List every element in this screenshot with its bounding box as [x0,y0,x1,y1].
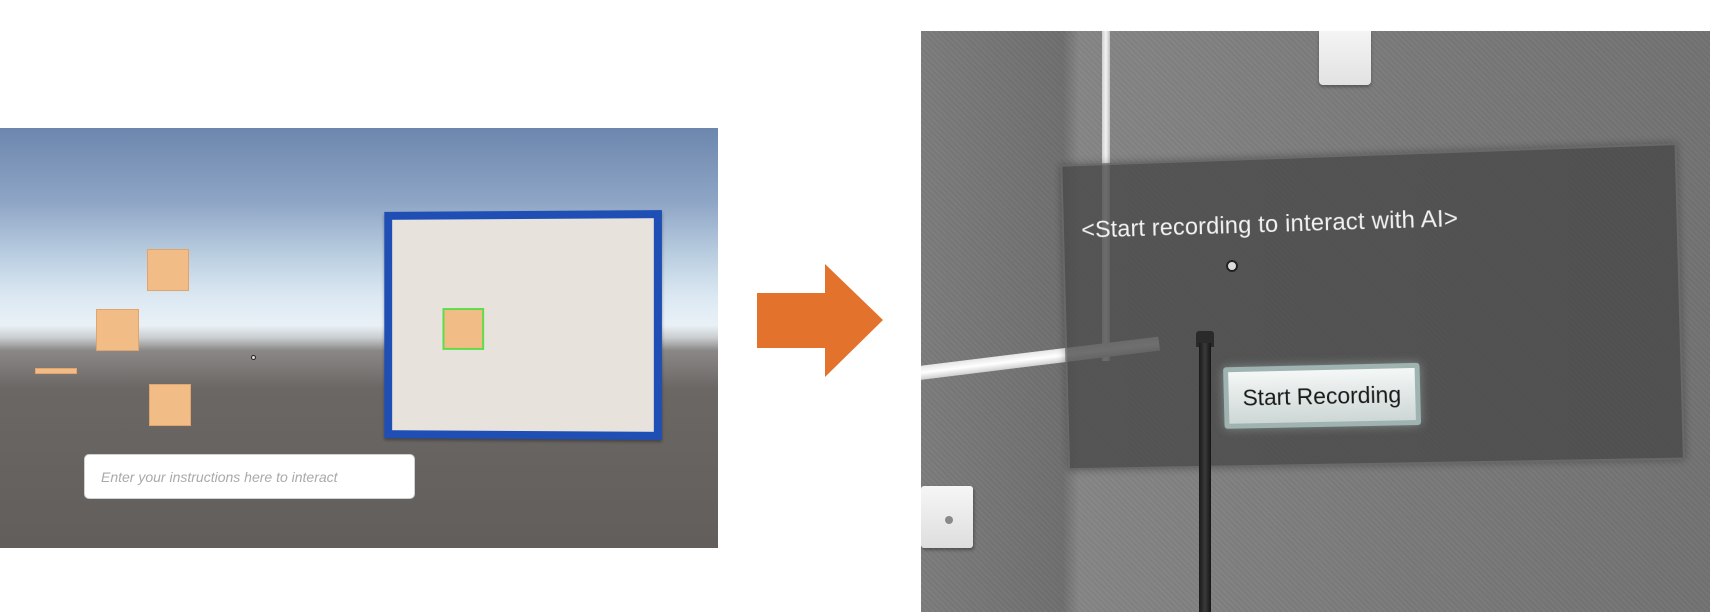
wall-outlet [921,486,973,548]
sticky-note[interactable] [96,309,139,351]
ar-headset-view: <Start recording to interact with AI> St… [921,31,1710,612]
pointer-cursor-icon [251,355,256,360]
start-recording-button[interactable]: Start Recording [1223,362,1422,429]
sticky-note[interactable] [147,249,189,291]
gaze-cursor-icon [1226,260,1238,272]
whiteboard[interactable] [384,210,662,440]
unity-scene-view [0,128,718,548]
recording-prompt: <Start recording to interact with AI> [1080,205,1459,244]
sticky-note[interactable] [35,368,77,374]
right-arrow-icon [757,264,883,377]
sticky-note[interactable] [149,384,191,426]
mic-stand [1199,343,1211,612]
hologram-panel: <Start recording to interact with AI> St… [1060,143,1685,471]
whiteboard-surface[interactable] [392,218,654,432]
wall-sensor [1319,31,1371,85]
selected-sticky-note[interactable] [442,308,485,350]
instruction-input[interactable] [84,454,415,499]
